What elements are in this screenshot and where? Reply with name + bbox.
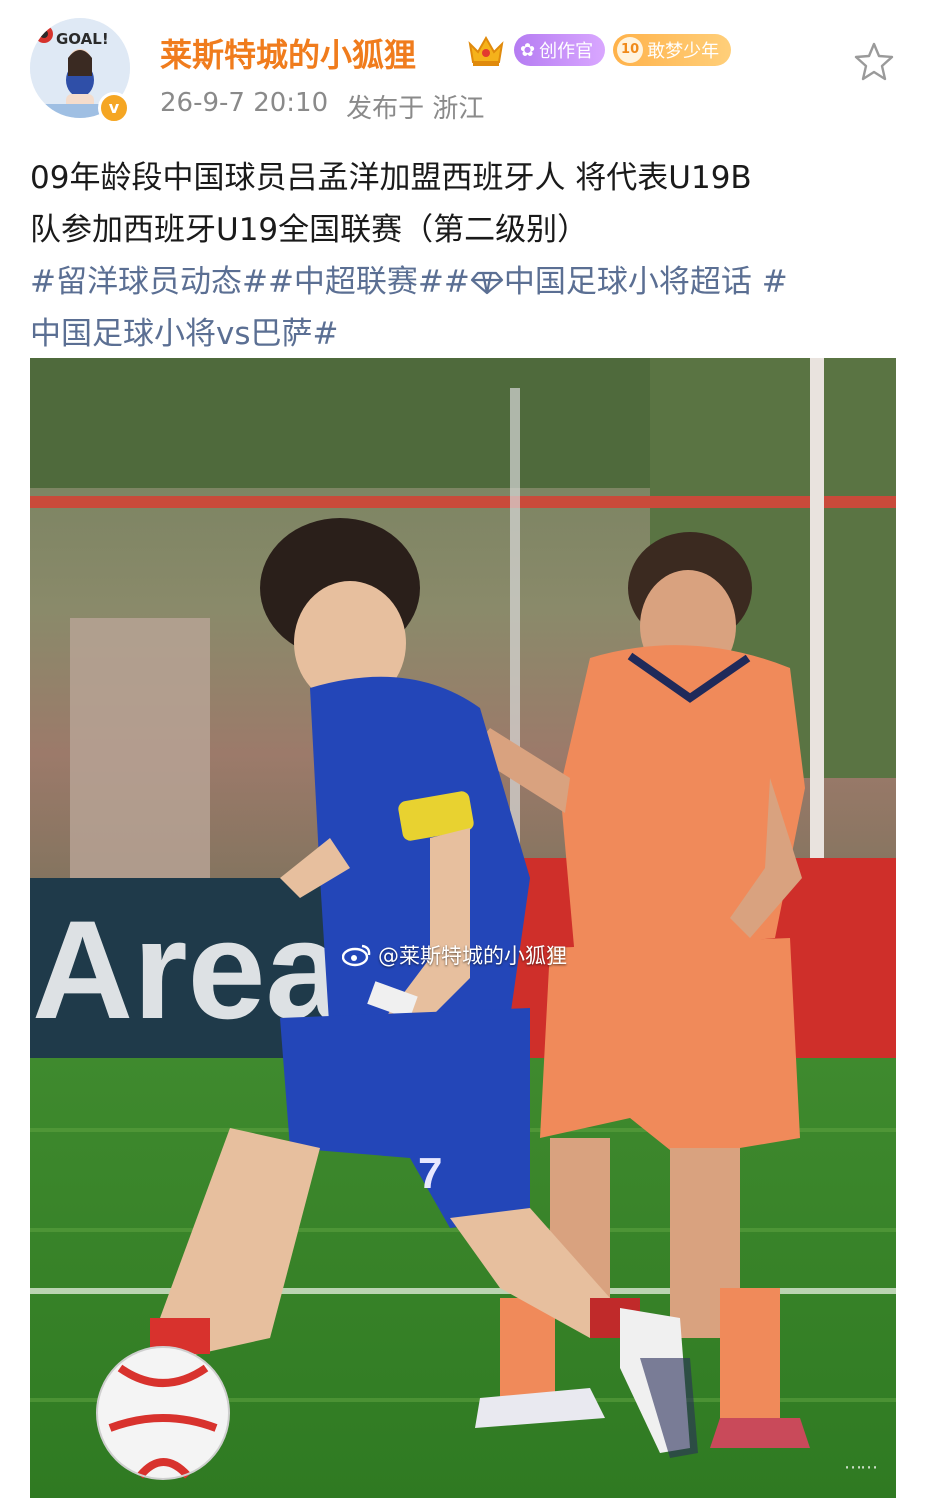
image-watermark: @莱斯特城的小狐狸 [342,940,567,970]
post-header: GOAL! v 莱斯特城的小狐狸 ✿ 创作官 10 敢梦少年 26-9-7 20… [0,0,926,140]
hashtag-link[interactable]: #留洋球员动态# [30,264,268,300]
supertopic-link[interactable]: # 中国足球小将超话 # [444,264,788,300]
verified-badge-icon: v [98,92,130,124]
dream-badge-label: 敢梦少年 [647,41,720,62]
corner-mark: ⋯⋯ [844,1457,878,1478]
dream-badge[interactable]: 10 敢梦少年 [613,34,732,66]
watermark-text: @莱斯特城的小狐狸 [378,944,567,968]
hashtag-link[interactable]: 中国足球小将vs巴萨# [30,316,338,352]
user-badges: ✿ 创作官 10 敢梦少年 [466,32,732,68]
post-time: 26-9-7 20:10 [160,88,329,118]
hashtag-link[interactable]: #中超联赛# [268,264,444,300]
dream-badge-level: 10 [617,37,644,63]
post-image[interactable]: Area 7 @莱斯特城的小狐狸 ⋯⋯ [30,358,896,1498]
hashtag-line: 中国足球小将vs巴萨# [30,308,896,360]
weibo-icon [342,944,371,967]
creator-badge[interactable]: ✿ 创作官 [514,34,606,66]
star-icon[interactable] [852,40,896,84]
supertopic-label: 中国足球小将超话 # [503,264,788,300]
post-location: 发布于 浙江 [346,94,485,124]
avatar-caption: GOAL! [56,30,109,48]
post-text-line: 09年龄段中国球员吕孟洋加盟西班牙人 将代表U19B [30,160,752,196]
football-photo: Area 7 [30,358,896,1498]
post-meta: 26-9-7 20:10 发布于 浙江 [160,88,484,125]
diamond-icon [470,271,503,295]
user-name[interactable]: 莱斯特城的小狐狸 [160,30,416,76]
hashtag-mark: # [443,264,470,300]
creator-icon: ✿ [520,39,536,61]
crown-icon [468,35,504,66]
hashtag-line: #留洋球员动态##中超联赛## 中国足球小将超话 # [30,256,896,308]
jersey-number: 7 [418,1149,442,1198]
creator-badge-label: 创作官 [539,41,594,62]
post-text-line: 队参加西班牙U19全国联赛（第二级别） [30,212,589,248]
football [96,1346,230,1480]
post-body: 09年龄段中国球员吕孟洋加盟西班牙人 将代表U19B 队参加西班牙U19全国联赛… [30,152,896,360]
